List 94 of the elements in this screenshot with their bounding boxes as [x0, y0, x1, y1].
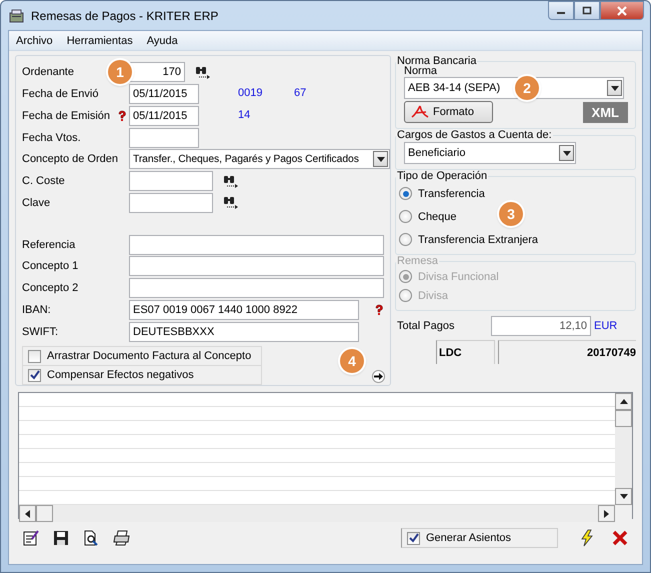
- scroll-up-icon[interactable]: [620, 399, 628, 404]
- help-icon[interactable]: [116, 110, 128, 122]
- dropdown-arrow-icon: [562, 150, 570, 156]
- field-label: Referencia: [22, 238, 76, 252]
- minimize-button[interactable]: [548, 1, 574, 20]
- checkbox[interactable]: [28, 368, 41, 382]
- input-field[interactable]: 05/11/2015: [129, 84, 199, 104]
- checkbox[interactable]: [28, 350, 41, 362]
- checkbox-label: Generar Asientos: [426, 532, 511, 544]
- scroll-thumb[interactable]: [36, 505, 53, 522]
- dropdown-arrow-icon: [376, 156, 384, 162]
- group-title: Norma Bancaria: [396, 55, 478, 67]
- radio-button[interactable]: [399, 210, 412, 223]
- binoculars-icon[interactable]: [195, 66, 211, 79]
- close-icon: [616, 6, 628, 16]
- radio-label: Divisa: [418, 290, 448, 302]
- field-label: Concepto 1: [22, 259, 80, 274]
- radio-button[interactable]: [399, 233, 412, 246]
- scroll-left-icon[interactable]: [25, 510, 30, 518]
- binoculars-icon[interactable]: [223, 174, 239, 188]
- field-label: Clave: [22, 196, 52, 210]
- code-value: 14: [238, 108, 250, 120]
- close-button[interactable]: [600, 1, 644, 20]
- callout-badge: 4: [340, 349, 364, 373]
- checkbox-label: Compensar Efectos negativos: [47, 369, 194, 381]
- dropdown-arrow-icon: [610, 86, 618, 90]
- ldc-label: LDC: [436, 340, 495, 364]
- xml-label: XML: [582, 102, 628, 122]
- arrow-right-icon[interactable]: [372, 370, 385, 383]
- group-title: Remesa: [396, 255, 439, 267]
- field-label: C. Coste: [22, 174, 66, 188]
- currency-label: EUR: [594, 320, 618, 332]
- scroll-thumb[interactable]: [615, 410, 632, 427]
- scroll-right-icon[interactable]: [604, 510, 609, 518]
- input-field[interactable]: 05/11/2015: [129, 106, 199, 126]
- input-field[interactable]: [129, 278, 384, 298]
- checkbox-label: Arrastrar Documento Factura al Concepto: [47, 350, 252, 362]
- code-value: 67: [294, 86, 306, 99]
- app-icon: [9, 8, 25, 22]
- save-icon[interactable]: [53, 530, 69, 546]
- field-label: Norma: [404, 65, 438, 77]
- radio-label: Cheque: [418, 210, 457, 222]
- horizontal-scrollbar[interactable]: [19, 505, 632, 522]
- field-label: Fecha de Emisión: [22, 108, 112, 123]
- close-icon[interactable]: [612, 530, 628, 546]
- maximize-icon: [582, 6, 592, 15]
- lightning-icon[interactable]: [580, 529, 594, 547]
- field-label: Ordenante: [22, 65, 75, 80]
- format-button[interactable]: Formato: [404, 101, 493, 123]
- field-label: IBAN:: [22, 302, 52, 317]
- input-field[interactable]: DEUTESBBXXX: [129, 322, 359, 342]
- print-icon[interactable]: [113, 530, 131, 546]
- menu-item[interactable]: Herramientas: [66, 34, 133, 46]
- help-icon[interactable]: [373, 304, 385, 316]
- input-field[interactable]: ES07 0019 0067 1440 1000 8922: [129, 300, 359, 320]
- pdf-icon: [411, 105, 429, 119]
- field-label: SWIFT:: [22, 324, 60, 339]
- radio-button[interactable]: [399, 187, 412, 200]
- field-label: Total Pagos: [396, 320, 456, 332]
- group-title: Tipo de Operación: [396, 170, 488, 182]
- scroll-down-icon[interactable]: [620, 494, 628, 499]
- input-field[interactable]: [129, 256, 384, 276]
- callout-badge: 1: [108, 60, 132, 84]
- window-title: Remesas de Pagos - KRITER ERP: [31, 8, 218, 22]
- field-label: Concepto 2: [22, 281, 80, 296]
- scrollbar-corner: [615, 505, 632, 522]
- dropdown[interactable]: Transfer., Cheques, Pagarés y Pagos Certificados: [128, 149, 390, 170]
- print-preview-icon[interactable]: [83, 530, 99, 546]
- vertical-scrollbar[interactable]: [615, 393, 632, 505]
- input-field[interactable]: [129, 192, 213, 213]
- dropdown[interactable]: AEB 34-14 (SEPA) 2: [404, 77, 624, 99]
- radio-label: Transferencia: [418, 188, 485, 200]
- input-field[interactable]: 170: [129, 62, 185, 82]
- code-value: 0019: [238, 86, 262, 99]
- edit-document-icon[interactable]: [23, 530, 39, 546]
- checkbox[interactable]: [407, 532, 420, 544]
- field-label: Concepto de Orden: [22, 152, 116, 166]
- input-field[interactable]: [129, 128, 199, 148]
- maximize-button[interactable]: [574, 1, 600, 20]
- callout-badge: 2: [515, 76, 539, 100]
- callout-badge: 3: [499, 202, 523, 226]
- total-field[interactable]: 12,10: [491, 316, 591, 336]
- input-field[interactable]: [129, 171, 213, 192]
- ldc-value: 20170749: [498, 340, 636, 364]
- field-label: Fecha de Envió: [22, 87, 100, 102]
- radio-label: Divisa Funcional: [418, 270, 499, 282]
- dropdown[interactable]: Beneficiario: [404, 142, 576, 164]
- menu-item[interactable]: Archivo: [16, 34, 53, 46]
- binoculars-icon[interactable]: [223, 196, 239, 210]
- group-title: Cargos de Gastos a Cuenta de:: [396, 129, 553, 141]
- field-label: Fecha Vtos.: [22, 130, 82, 145]
- radio-label: Transferencia Extranjera: [418, 234, 538, 246]
- menu-item[interactable]: Ayuda: [146, 34, 178, 46]
- input-field[interactable]: [129, 234, 384, 255]
